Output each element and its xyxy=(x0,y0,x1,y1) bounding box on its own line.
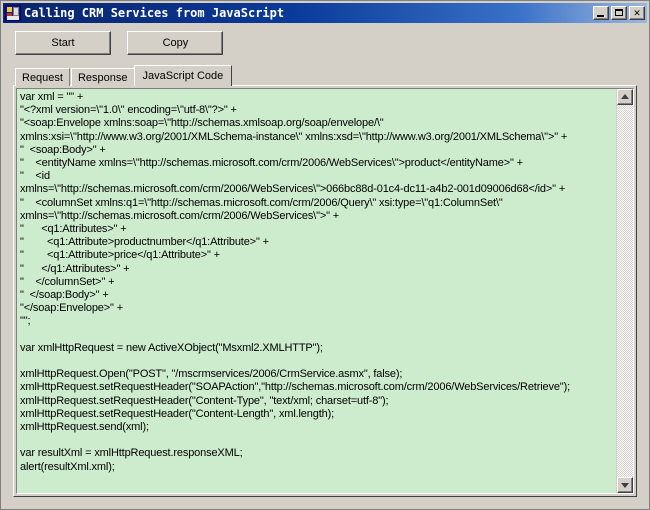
code-textbox[interactable]: var xml = "" + "<?xml version=\"1.0\" enc… xyxy=(16,88,634,494)
window-title: Calling CRM Services from JavaScript xyxy=(24,6,285,20)
code-line: xmlns:xsi=\"http://www.w3.org/2001/XMLSc… xyxy=(20,130,568,143)
tab-response[interactable]: Response xyxy=(70,68,135,86)
minimize-button[interactable] xyxy=(593,6,609,20)
code-line: " <soap:Body>" + xyxy=(20,143,106,156)
app-icon xyxy=(5,5,21,21)
scroll-up-button[interactable] xyxy=(617,89,633,105)
code-line: " <q1:Attribute>price</q1:Attribute>" + xyxy=(20,249,220,262)
close-button[interactable]: ✕ xyxy=(629,6,645,20)
code-line: xmlHttpRequest.setRequestHeader("SOAPAct… xyxy=(20,381,570,394)
code-line: " <columnSet xmlns:q1=\"http://schemas.m… xyxy=(20,196,503,209)
code-line: xmlns=\"http://schemas.microsoft.com/crm… xyxy=(20,183,566,196)
application-window: Calling CRM Services from JavaScript ✕ S… xyxy=(0,0,650,510)
tab-page-javascript-code: var xml = "" + "<?xml version=\"1.0\" enc… xyxy=(13,85,637,497)
code-line: " <id xyxy=(20,170,50,183)
tab-javascript-code[interactable]: JavaScript Code xyxy=(133,65,233,86)
copy-button[interactable]: Copy xyxy=(127,31,224,55)
code-line: " </soap:Body>" + xyxy=(20,289,109,302)
title-bar[interactable]: Calling CRM Services from JavaScript ✕ xyxy=(3,3,647,23)
code-line: " <q1:Attribute>productnumber</q1:Attrib… xyxy=(20,236,269,249)
vertical-scrollbar[interactable] xyxy=(616,89,633,493)
code-line: ""; xyxy=(20,315,31,328)
scroll-down-button[interactable] xyxy=(617,477,633,493)
scroll-down-arrow-icon xyxy=(621,483,629,488)
code-line: xmlHttpRequest.send(xml); xyxy=(20,421,149,434)
scroll-up-arrow-icon xyxy=(621,94,629,99)
code-line: "<soap:Envelope xmlns:soap=\"http://sche… xyxy=(20,117,384,130)
code-content: var xml = "" + "<?xml version=\"1.0\" enc… xyxy=(17,89,616,493)
caption-button-group: ✕ xyxy=(593,6,646,20)
minimize-icon xyxy=(597,15,604,17)
maximize-icon xyxy=(615,9,623,16)
maximize-button[interactable] xyxy=(611,6,627,20)
code-line: " </q1:Attributes>" + xyxy=(20,262,130,275)
start-button[interactable]: Start xyxy=(15,31,111,55)
code-line: xmlHttpRequest.Open("POST", "/mscrmservi… xyxy=(20,368,403,381)
button-row: Start Copy xyxy=(15,31,235,55)
code-line: "</soap:Envelope>" + xyxy=(20,302,123,315)
code-line: " </columnSet>" + xyxy=(20,275,115,288)
code-line: alert(resultXml.xml); xyxy=(20,460,115,473)
code-line: var resultXml = xmlHttpRequest.responseX… xyxy=(20,447,243,460)
code-line: xmlHttpRequest.setRequestHeader("Content… xyxy=(20,407,335,420)
close-icon: ✕ xyxy=(633,7,641,18)
code-line: xmlHttpRequest.setRequestHeader("Content… xyxy=(20,394,389,407)
code-line: xmlns=\"http://schemas.microsoft.com/crm… xyxy=(20,209,340,222)
code-line: " <entityName xmlns=\"http://schemas.mic… xyxy=(20,157,523,170)
tab-request[interactable]: Request xyxy=(15,68,70,86)
code-line: "<?xml version=\"1.0\" encoding=\"utf-8\… xyxy=(20,104,237,117)
code-line: var xml = "" + xyxy=(20,91,84,103)
tab-strip: Request Response JavaScript Code xyxy=(15,65,233,86)
code-line: var xmlHttpRequest = new ActiveXObject("… xyxy=(20,341,323,354)
code-line: " <q1:Attributes>" + xyxy=(20,223,127,236)
